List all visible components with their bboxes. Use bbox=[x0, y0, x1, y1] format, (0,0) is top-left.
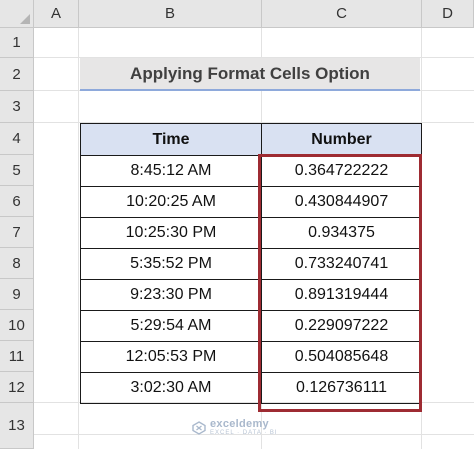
number-cell[interactable]: 0.364722222 bbox=[261, 155, 422, 187]
table-row: 5:29:54 AM 0.229097222 bbox=[80, 310, 422, 342]
sheet-title[interactable]: Applying Format Cells Option bbox=[80, 58, 420, 91]
time-cell[interactable]: 9:23:30 PM bbox=[80, 279, 262, 311]
table-header-row: Time Number bbox=[80, 123, 422, 156]
time-cell[interactable]: 8:45:12 AM bbox=[80, 155, 262, 187]
select-all-corner[interactable] bbox=[0, 0, 34, 28]
row-header-7[interactable]: 7 bbox=[0, 217, 34, 248]
row-header-12[interactable]: 12 bbox=[0, 372, 34, 403]
row-header-13[interactable]: 13 bbox=[0, 403, 34, 449]
row-header-8[interactable]: 8 bbox=[0, 248, 34, 279]
table-row: 10:25:30 PM 0.934375 bbox=[80, 217, 422, 249]
number-cell[interactable]: 0.891319444 bbox=[261, 279, 422, 311]
watermark-tagline: EXCEL · DATA · BI bbox=[210, 430, 278, 436]
watermark: exceldemy EXCEL · DATA · BI bbox=[192, 419, 278, 436]
table-row: 3:02:30 AM 0.126736111 bbox=[80, 372, 422, 404]
row-header-4[interactable]: 4 bbox=[0, 123, 34, 155]
column-header-a[interactable]: A bbox=[34, 0, 79, 28]
row-header-10[interactable]: 10 bbox=[0, 310, 34, 341]
header-time[interactable]: Time bbox=[80, 123, 262, 156]
row-header-1[interactable]: 1 bbox=[0, 28, 34, 58]
header-number[interactable]: Number bbox=[261, 123, 422, 156]
spreadsheet: A B C D 1 2 3 4 5 6 7 8 9 10 11 12 13 Ap… bbox=[0, 0, 474, 449]
number-cell[interactable]: 0.504085648 bbox=[261, 341, 422, 373]
column-header-b[interactable]: B bbox=[79, 0, 262, 28]
time-cell[interactable]: 5:29:54 AM bbox=[80, 310, 262, 342]
row-header-6[interactable]: 6 bbox=[0, 186, 34, 217]
table-row: 8:45:12 AM 0.364722222 bbox=[80, 155, 422, 187]
exceldemy-logo-icon bbox=[192, 420, 206, 435]
gridline bbox=[78, 28, 79, 449]
row-header-5[interactable]: 5 bbox=[0, 155, 34, 186]
row-header-11[interactable]: 11 bbox=[0, 341, 34, 372]
column-header-c[interactable]: C bbox=[262, 0, 422, 28]
time-cell[interactable]: 5:35:52 PM bbox=[80, 248, 262, 280]
time-number-table: Time Number 8:45:12 AM 0.364722222 10:20… bbox=[80, 123, 422, 404]
watermark-brand: exceldemy bbox=[210, 418, 269, 430]
select-all-triangle-icon bbox=[20, 14, 30, 24]
row-header-9[interactable]: 9 bbox=[0, 279, 34, 310]
time-cell[interactable]: 10:25:30 PM bbox=[80, 217, 262, 249]
number-cell[interactable]: 0.229097222 bbox=[261, 310, 422, 342]
table-row: 10:20:25 AM 0.430844907 bbox=[80, 186, 422, 218]
time-cell[interactable]: 12:05:53 PM bbox=[80, 341, 262, 373]
row-header-2[interactable]: 2 bbox=[0, 58, 34, 91]
number-cell[interactable]: 0.733240741 bbox=[261, 248, 422, 280]
number-cell[interactable]: 0.126736111 bbox=[261, 372, 422, 404]
table-row: 9:23:30 PM 0.891319444 bbox=[80, 279, 422, 311]
number-cell[interactable]: 0.430844907 bbox=[261, 186, 422, 218]
time-cell[interactable]: 10:20:25 AM bbox=[80, 186, 262, 218]
table-row: 12:05:53 PM 0.504085648 bbox=[80, 341, 422, 373]
column-header-d[interactable]: D bbox=[422, 0, 474, 28]
row-header-3[interactable]: 3 bbox=[0, 91, 34, 123]
table-row: 5:35:52 PM 0.733240741 bbox=[80, 248, 422, 280]
time-cell[interactable]: 3:02:30 AM bbox=[80, 372, 262, 404]
number-cell[interactable]: 0.934375 bbox=[261, 217, 422, 249]
